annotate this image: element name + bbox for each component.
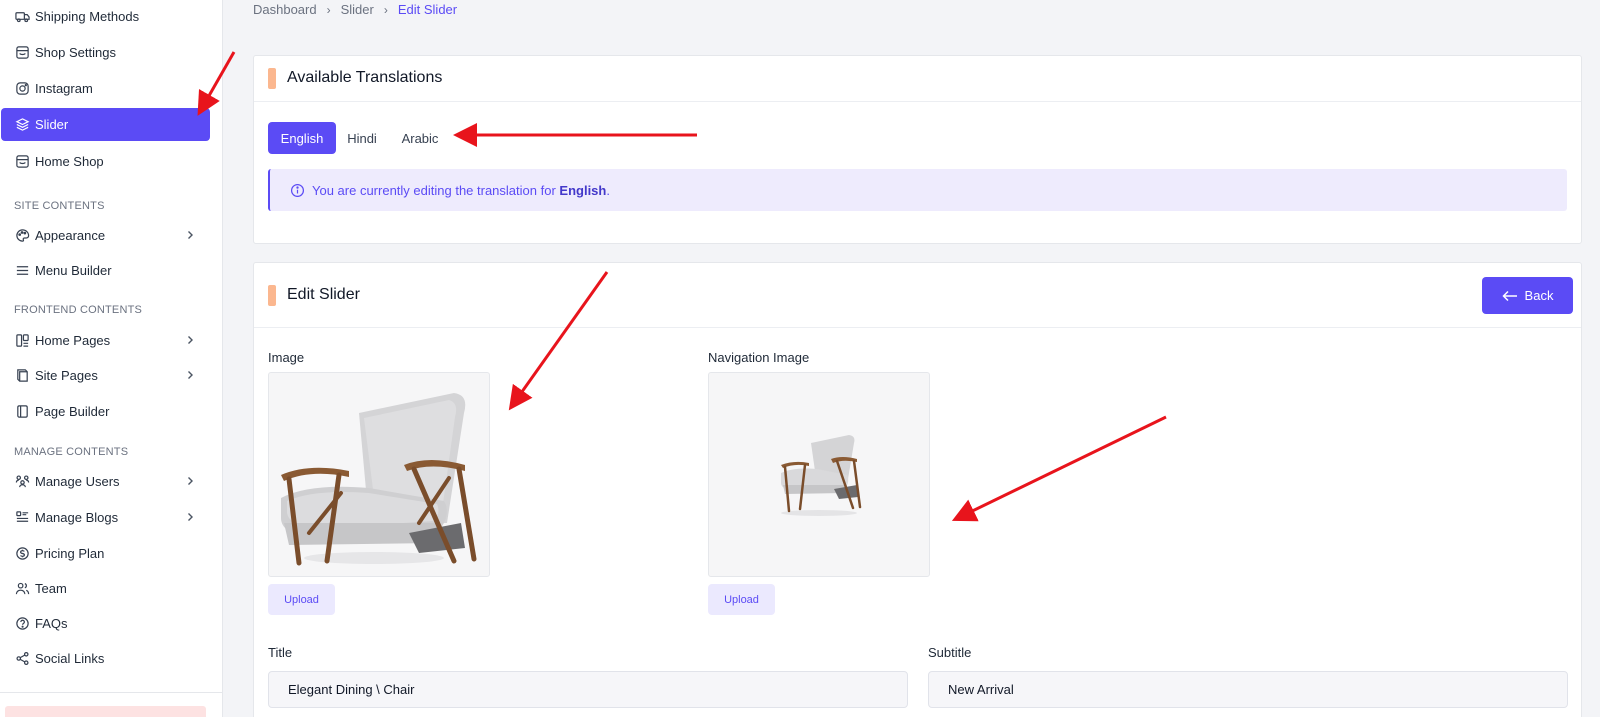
palette-icon (14, 227, 30, 243)
sidebar-item-social-links[interactable]: Social Links (0, 642, 223, 674)
info-language: English (559, 182, 607, 198)
tab-english[interactable]: English (268, 122, 336, 154)
store-icon (14, 44, 30, 60)
chevron-right-icon (188, 513, 193, 521)
sidebar-item-home-pages[interactable]: Home Pages (0, 324, 223, 356)
section-label-manage-contents: MANAGE CONTENTS (14, 446, 129, 458)
sidebar-item-label: Home Pages (35, 332, 111, 348)
menu-icon (14, 262, 30, 278)
sidebar-item-label: Team (35, 580, 67, 596)
breadcrumb-slider[interactable]: Slider (341, 2, 374, 17)
translation-info-alert: You are currently editing the translatio… (268, 169, 1567, 211)
sidebar-divider (0, 692, 222, 693)
sidebar-item-shipping-methods[interactable]: Shipping Methods (0, 0, 223, 32)
translations-card-header: Available Translations (254, 56, 1581, 102)
chevron-right-icon (188, 477, 193, 485)
sidebar-item-team[interactable]: Team (0, 572, 223, 604)
chair-image (281, 393, 477, 566)
translations-title: Available Translations (287, 69, 443, 86)
title-label: Title (268, 645, 293, 660)
sidebar-item-label: Site Pages (35, 367, 98, 383)
sidebar-item-label: Manage Users (35, 473, 120, 489)
arrow-left-icon (1501, 290, 1517, 301)
sidebar-item-instagram[interactable]: Instagram (0, 72, 223, 104)
dollar-circle-icon (14, 545, 30, 561)
edit-slider-card: Edit Slider Back Image Upload Navigation… (253, 262, 1582, 717)
sidebar-item-site-pages[interactable]: Site Pages (0, 359, 223, 391)
sidebar-item-manage-users[interactable]: Manage Users (0, 465, 223, 497)
sidebar-item-page-builder[interactable]: Page Builder (0, 395, 223, 427)
subtitle-label: Subtitle (928, 645, 972, 660)
breadcrumb-dashboard[interactable]: Dashboard (253, 2, 317, 17)
image-upload-button[interactable]: Upload (268, 584, 335, 615)
team-icon (14, 580, 30, 596)
breadcrumb-separator-icon: › (383, 2, 388, 17)
instagram-icon (14, 80, 30, 96)
users-icon (14, 473, 30, 489)
chevron-right-icon (188, 371, 193, 379)
back-button[interactable]: Back (1482, 277, 1573, 314)
accent-bar (268, 68, 276, 89)
sidebar-item-faqs[interactable]: FAQs (0, 607, 223, 639)
back-label: Back (1524, 288, 1554, 303)
info-icon (290, 183, 305, 197)
info-text: You are currently editing the translatio… (312, 182, 610, 198)
share-icon (14, 650, 30, 666)
chair-thumbnail-image (781, 435, 862, 516)
navigation-image-upload-button[interactable]: Upload (708, 584, 775, 615)
title-input[interactable] (268, 671, 908, 708)
sidebar-item-label: Menu Builder (35, 262, 112, 278)
tab-arabic[interactable]: Arabic (395, 122, 445, 154)
sidebar-item-home-shop[interactable]: Home Shop (0, 145, 223, 177)
section-label-frontend-contents: FRONTEND CONTENTS (14, 304, 143, 316)
sidebar-item-label: Home Shop (35, 153, 104, 169)
sidebar-item-label: Manage Blogs (35, 509, 119, 525)
sidebar-item-label: Page Builder (35, 403, 110, 419)
home-pages-icon (14, 332, 30, 348)
edit-slider-card-header: Edit Slider Back (254, 263, 1581, 328)
breadcrumb: Dashboard › Slider › Edit Slider (253, 2, 457, 17)
sidebar-item-label: FAQs (35, 615, 68, 631)
truck-icon (14, 8, 30, 24)
store-icon (14, 153, 30, 169)
sidebar-item-label: Shipping Methods (35, 8, 140, 24)
blog-list-icon (14, 509, 30, 525)
sidebar-bottom-button[interactable] (5, 706, 206, 717)
sidebar-item-appearance[interactable]: Appearance (0, 219, 223, 251)
question-circle-icon (14, 615, 30, 631)
sidebar-item-shop-settings[interactable]: Shop Settings (0, 36, 223, 68)
sidebar-item-pricing-plan[interactable]: Pricing Plan (0, 537, 223, 569)
image-label: Image (268, 350, 305, 365)
chevron-right-icon (188, 231, 193, 239)
edit-slider-title: Edit Slider (287, 286, 360, 303)
chevron-right-icon (188, 336, 193, 344)
notebook-icon (14, 403, 30, 419)
layers-icon (14, 117, 30, 133)
sidebar-item-manage-blogs[interactable]: Manage Blogs (0, 501, 223, 533)
sidebar: Shipping Methods Shop Settings Instagram… (0, 0, 223, 717)
sidebar-item-label: Social Links (35, 650, 105, 666)
sidebar-item-label: Instagram (35, 80, 93, 96)
sidebar-item-menu-builder[interactable]: Menu Builder (0, 254, 223, 286)
sidebar-item-label: Slider (35, 117, 69, 132)
breadcrumb-separator-icon: › (326, 2, 331, 17)
slider-image-preview[interactable] (268, 372, 490, 577)
accent-bar (268, 285, 276, 306)
tab-hindi[interactable]: Hindi (341, 122, 383, 154)
sidebar-item-label: Shop Settings (35, 44, 116, 60)
section-label-site-contents: SITE CONTENTS (14, 200, 105, 212)
sidebar-item-slider[interactable]: Slider (1, 108, 210, 141)
subtitle-input[interactable] (928, 671, 1568, 708)
book-icon (14, 367, 30, 383)
navigation-image-preview[interactable] (708, 372, 930, 577)
navigation-image-label: Navigation Image (708, 350, 810, 365)
sidebar-item-label: Appearance (35, 227, 106, 243)
translations-card: Available Translations English Hindi Ara… (253, 55, 1582, 244)
breadcrumb-edit-slider: Edit Slider (397, 2, 458, 17)
sidebar-item-label: Pricing Plan (35, 545, 105, 561)
